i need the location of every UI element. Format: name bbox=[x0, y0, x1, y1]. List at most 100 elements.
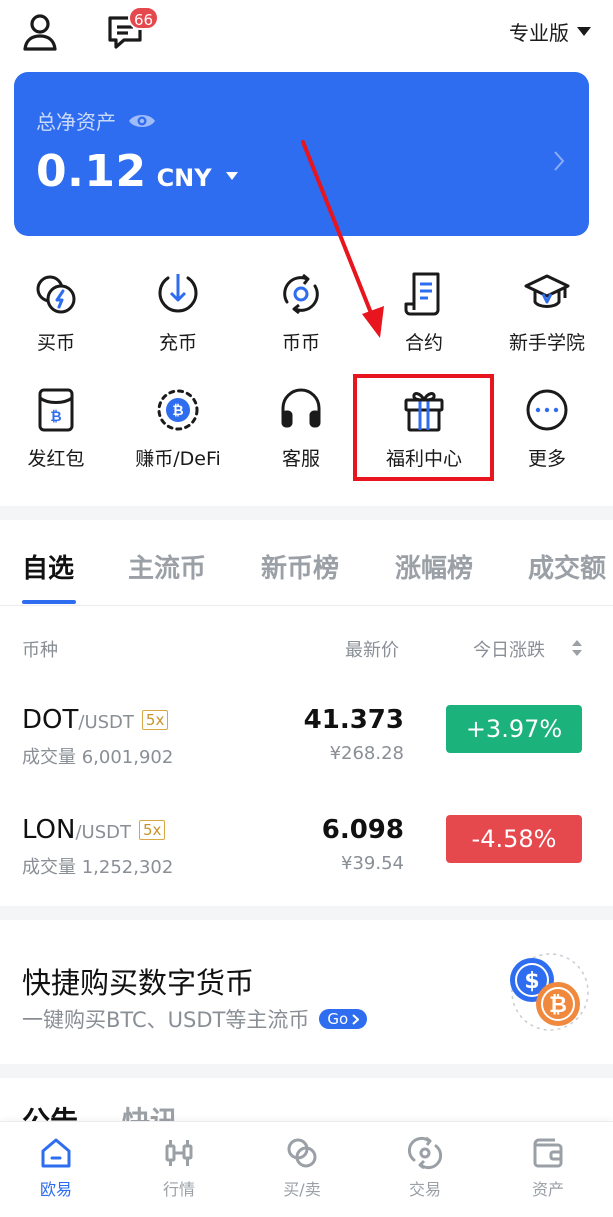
coins-illustration-icon: $ ₿ bbox=[510, 953, 589, 1031]
sort-icon[interactable] bbox=[571, 638, 583, 658]
volume-text: 成交量 1,252,302 bbox=[22, 857, 174, 878]
shortcut-label: 发红包 bbox=[27, 448, 85, 470]
column-header-pair: 币种 bbox=[22, 640, 58, 661]
nav-label: 资产 bbox=[531, 1180, 564, 1199]
leverage-badge: 5x bbox=[139, 820, 166, 840]
shortcut-label: 赚币/DeFi bbox=[135, 448, 221, 470]
shortcut-label: 充币 bbox=[158, 332, 197, 354]
tab-favorites[interactable]: 自选 bbox=[22, 548, 74, 585]
section-divider bbox=[0, 1064, 613, 1078]
nav-label: 买/卖 bbox=[283, 1180, 321, 1199]
shortcut-support[interactable]: 客服 bbox=[246, 386, 356, 486]
change-badge[interactable]: -4.58% bbox=[446, 815, 582, 863]
shortcut-label: 币币 bbox=[281, 332, 320, 354]
section-divider bbox=[0, 906, 613, 920]
chevron-right-icon bbox=[352, 1013, 360, 1025]
tab-active-indicator bbox=[22, 600, 76, 604]
shortcut-label: 合约 bbox=[404, 332, 443, 354]
shortcut-deposit[interactable]: 充币 bbox=[123, 270, 233, 370]
change-badge[interactable]: +3.97% bbox=[446, 705, 582, 753]
nav-market[interactable]: 行情 bbox=[129, 1136, 229, 1200]
svg-text:$: $ bbox=[524, 969, 539, 994]
mode-switch[interactable]: 专业版 bbox=[509, 16, 591, 46]
mode-label: 专业版 bbox=[509, 20, 569, 45]
pair-name: DOT /USDT 5x bbox=[22, 705, 169, 735]
table-row[interactable]: DOT /USDT 5x 成交量 6,001,902 41.373 ¥268.2… bbox=[0, 705, 613, 805]
nav-home[interactable]: 欧易 bbox=[6, 1136, 106, 1200]
pair-quote: /USDT bbox=[75, 822, 132, 843]
promo-subtitle: 一键购买BTC、USDT等主流币 bbox=[22, 1008, 310, 1032]
nav-trade[interactable]: 交易 bbox=[375, 1136, 475, 1200]
asset-label-row: 总净资产 bbox=[36, 106, 156, 135]
asset-label: 总净资产 bbox=[36, 110, 116, 134]
last-price: 6.098 bbox=[321, 815, 404, 845]
nav-buy-sell[interactable]: 买/卖 bbox=[252, 1136, 352, 1200]
svg-text:₿: ₿ bbox=[50, 409, 61, 425]
shortcut-more[interactable]: 更多 bbox=[492, 386, 602, 486]
chevron-right-icon[interactable] bbox=[553, 150, 565, 172]
market-icon bbox=[165, 1140, 193, 1166]
tab-mainstream[interactable]: 主流币 bbox=[128, 548, 206, 585]
message-badge: 66 bbox=[128, 6, 160, 30]
shortcut-label: 更多 bbox=[527, 448, 566, 470]
asset-value-row: 0.12 CNY bbox=[36, 146, 238, 197]
market-tabs: 自选 主流币 新币榜 涨幅榜 成交额 bbox=[0, 540, 613, 604]
price-cny: ¥39.54 bbox=[341, 853, 404, 874]
nav-label: 交易 bbox=[408, 1180, 441, 1199]
quick-buy-banner[interactable]: 快捷购买数字货币 一键购买BTC、USDT等主流币 Go $ ₿ bbox=[0, 920, 613, 1064]
headset-icon bbox=[281, 388, 321, 428]
asset-value: 0.12 bbox=[36, 146, 147, 197]
eye-icon[interactable] bbox=[128, 111, 156, 131]
more-icon bbox=[526, 389, 568, 431]
annotation-highlight-box bbox=[353, 374, 494, 481]
go-button[interactable]: Go bbox=[319, 1009, 368, 1029]
go-label: Go bbox=[327, 1010, 349, 1028]
pair-quote: /USDT bbox=[78, 712, 134, 733]
deposit-icon bbox=[158, 274, 198, 313]
asset-card[interactable]: 总净资产 0.12 CNY bbox=[14, 72, 589, 236]
promo-title: 快捷购买数字货币 bbox=[22, 966, 255, 1000]
user-icon[interactable] bbox=[22, 12, 58, 52]
shortcut-academy[interactable]: 新手学院 bbox=[492, 270, 602, 370]
tab-gainers[interactable]: 涨幅榜 bbox=[395, 548, 473, 585]
red-packet-icon: ₿ bbox=[38, 388, 74, 432]
pair-base: DOT bbox=[22, 705, 79, 735]
bottom-nav: 欧易 行情 买/卖 交易 资产 bbox=[0, 1121, 613, 1217]
top-bar: 66 专业版 bbox=[0, 0, 613, 64]
promo-subtitle-row: 一键购买BTC、USDT等主流币 Go bbox=[22, 1004, 368, 1034]
contract-icon bbox=[404, 272, 440, 316]
caret-down-icon bbox=[577, 26, 591, 36]
tabs-divider bbox=[0, 605, 613, 606]
pair-name: LON /USDT 5x bbox=[22, 815, 166, 845]
svg-text:₿: ₿ bbox=[172, 403, 183, 419]
volume-text: 成交量 6,001,902 bbox=[22, 747, 174, 768]
shortcut-buy-coin[interactable]: 买币 bbox=[1, 270, 111, 370]
tab-new-coins[interactable]: 新币榜 bbox=[261, 548, 339, 585]
nav-label: 行情 bbox=[162, 1180, 195, 1199]
buy-coin-icon bbox=[36, 275, 76, 314]
shortcut-red-packet[interactable]: ₿ 发红包 bbox=[1, 386, 111, 486]
wallet-icon bbox=[533, 1138, 563, 1168]
tab-volume[interactable]: 成交额 bbox=[528, 548, 606, 585]
shortcut-contract[interactable]: 合约 bbox=[369, 270, 479, 370]
shortcut-label: 买币 bbox=[36, 332, 75, 354]
last-price: 41.373 bbox=[303, 705, 404, 735]
price-cny: ¥268.28 bbox=[329, 743, 404, 764]
earn-icon: ₿ bbox=[157, 389, 199, 431]
home-icon bbox=[41, 1138, 71, 1168]
column-header-change[interactable]: 今日涨跌 bbox=[473, 636, 545, 662]
nav-assets[interactable]: 资产 bbox=[498, 1136, 598, 1200]
academy-icon bbox=[524, 274, 570, 308]
pair-base: LON bbox=[22, 815, 76, 845]
spot-icon bbox=[283, 273, 319, 315]
column-header-price: 最新价 bbox=[345, 640, 399, 661]
shortcut-earn-defi[interactable]: ₿ 赚币/DeFi bbox=[123, 386, 233, 486]
asset-currency[interactable]: CNY bbox=[157, 164, 212, 192]
currency-caret-icon[interactable] bbox=[225, 171, 238, 180]
shortcut-label: 新手学院 bbox=[508, 332, 585, 354]
buy-sell-icon bbox=[287, 1138, 317, 1168]
shortcut-label: 客服 bbox=[281, 448, 320, 470]
shortcut-spot[interactable]: 币币 bbox=[246, 270, 356, 370]
trade-icon bbox=[408, 1136, 442, 1170]
table-row[interactable]: LON /USDT 5x 成交量 1,252,302 6.098 ¥39.54 … bbox=[0, 815, 613, 915]
